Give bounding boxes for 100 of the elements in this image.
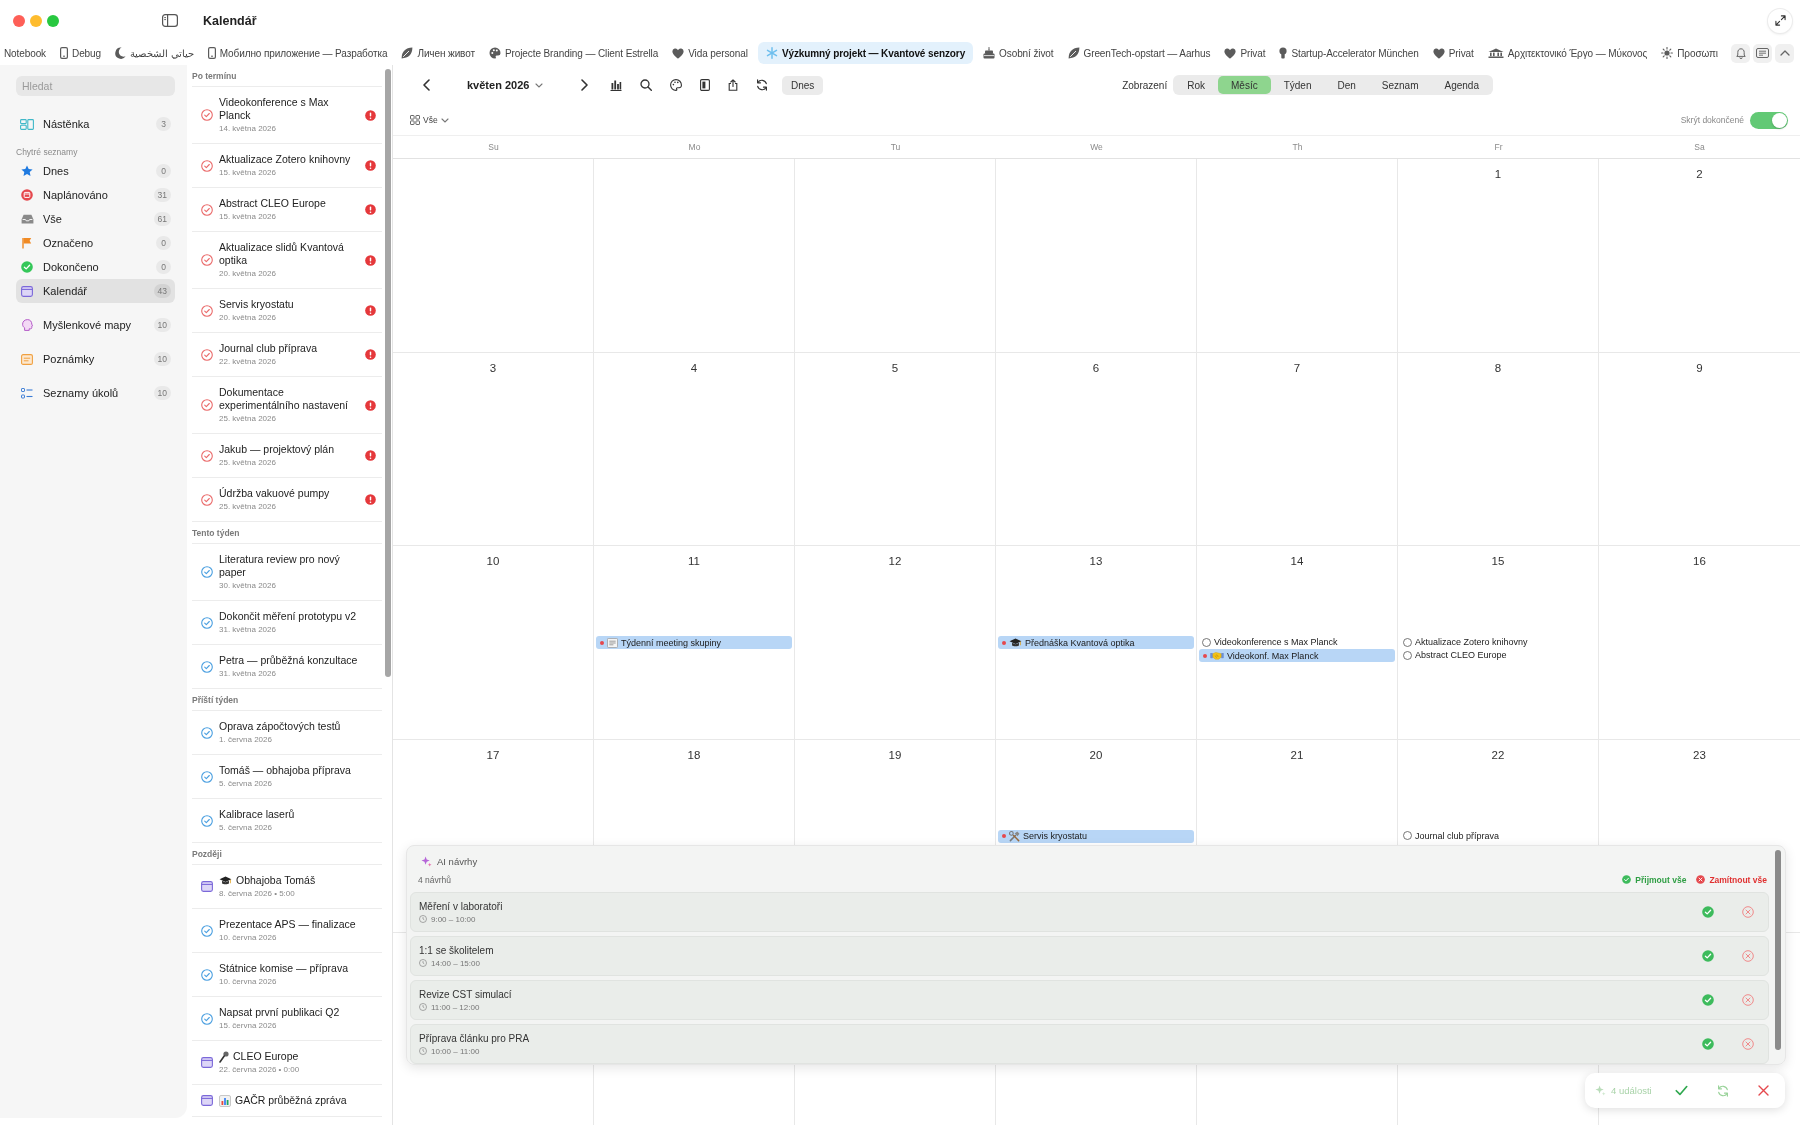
circle-checkbox-icon[interactable]	[1403, 831, 1412, 840]
scrollbar-thumb[interactable]	[1775, 850, 1781, 1050]
sidebar-item[interactable]: Dnes 0	[16, 159, 175, 183]
check-circle-icon[interactable]	[201, 968, 213, 981]
sidebar-icon[interactable]	[162, 14, 178, 27]
sidebar-item[interactable]: Seznamy úkolů 10	[16, 381, 175, 405]
calendar-event[interactable]: Videokonf. Max Planck	[1199, 649, 1395, 662]
notebook-icon[interactable]	[700, 79, 710, 91]
x-circle-icon[interactable]	[1742, 994, 1754, 1006]
check-circle-icon[interactable]	[201, 493, 213, 506]
tab[interactable]: Privat	[1220, 42, 1270, 64]
share-icon[interactable]	[728, 79, 738, 91]
tab[interactable]: حياتي الشخصية	[111, 42, 198, 64]
sidebar-item[interactable]: Nástěnka 3	[16, 112, 175, 136]
check-circle-icon[interactable]	[1702, 994, 1714, 1006]
circle-checkbox-icon[interactable]	[1202, 637, 1211, 647]
check-circle-icon[interactable]	[201, 109, 213, 121]
sidebar-item[interactable]: Vše 61	[16, 207, 175, 231]
check-circle-icon[interactable]	[201, 770, 213, 783]
check-circle-icon[interactable]	[201, 1012, 213, 1025]
x-circle-icon[interactable]	[1742, 906, 1754, 918]
circle-checkbox-icon[interactable]	[1403, 650, 1412, 660]
filter-dropdown[interactable]: Vše	[410, 115, 449, 125]
check-circle-icon[interactable]	[201, 449, 213, 462]
tab[interactable]: Výzkumný projekt — Kvantové senzory	[757, 42, 974, 64]
palette-icon[interactable]	[670, 79, 682, 91]
check-circle-icon[interactable]	[201, 159, 213, 172]
tab[interactable]: Osobní život	[979, 42, 1058, 64]
check-circle-icon[interactable]	[201, 254, 213, 266]
check-circle-icon[interactable]	[201, 348, 213, 361]
tab[interactable]: Личен живот	[397, 42, 479, 64]
check-circle-icon[interactable]	[1702, 950, 1714, 962]
calendar-task[interactable]: Videokonference s Max Planck	[1199, 636, 1341, 648]
tab[interactable]: Προσωπι	[1657, 42, 1722, 64]
close-icon[interactable]	[1758, 1085, 1769, 1096]
check-icon[interactable]	[1675, 1085, 1688, 1096]
panel-button[interactable]	[1753, 43, 1772, 63]
day-cell[interactable]	[795, 159, 996, 353]
tab[interactable]: Vida personal	[668, 42, 752, 64]
view-tab[interactable]: Agenda	[1431, 76, 1492, 94]
calendar-event[interactable]: Servis kryostatu	[998, 829, 1194, 843]
tab[interactable]: Αρχιτεκτονικό Έργο — Μύκονος	[1483, 42, 1652, 64]
refresh-icon[interactable]	[756, 79, 768, 91]
sidebar-item[interactable]: Označeno 0	[16, 231, 175, 255]
view-tab[interactable]: Seznam	[1368, 76, 1432, 94]
tab[interactable]: Notebook	[0, 42, 50, 64]
check-circle-icon[interactable]	[201, 203, 213, 216]
check-circle-icon[interactable]	[1702, 906, 1714, 918]
bar-chart-icon[interactable]	[610, 79, 622, 91]
check-circle-icon[interactable]	[201, 399, 213, 411]
calendar-task[interactable]: Aktualizace Zotero knihovny	[1400, 636, 1531, 648]
month-picker[interactable]: květen 2026	[467, 79, 567, 91]
chevron-right-icon[interactable]	[581, 79, 588, 91]
view-tab[interactable]: Den	[1324, 76, 1369, 94]
sidebar-item[interactable]: Kalendář 43	[16, 279, 175, 303]
day-cell[interactable]	[393, 159, 594, 353]
x-circle-icon[interactable]	[1742, 950, 1754, 962]
check-circle-icon[interactable]	[201, 566, 213, 578]
search-field[interactable]: Hledat	[16, 76, 175, 96]
sidebar-item[interactable]: Dokončeno 0	[16, 255, 175, 279]
day-cell[interactable]	[996, 159, 1197, 353]
sidebar-item[interactable]: Naplánováno 31	[16, 183, 175, 207]
sidebar-item[interactable]: Poznámky 10	[16, 347, 175, 371]
view-tab[interactable]: Rok	[1174, 76, 1218, 94]
notifications-button[interactable]	[1731, 43, 1750, 63]
check-circle-icon[interactable]	[201, 726, 213, 739]
tab[interactable]: Projecte Branding — Client Estrella	[484, 42, 663, 64]
collapse-button[interactable]	[1775, 43, 1794, 63]
maximize-icon[interactable]	[47, 14, 59, 27]
day-cell[interactable]	[594, 159, 795, 353]
view-tab[interactable]: Měsíc	[1218, 76, 1271, 94]
check-circle-icon[interactable]	[1702, 1038, 1714, 1050]
minimize-icon[interactable]	[30, 14, 42, 27]
search-icon[interactable]	[640, 79, 652, 91]
today-button[interactable]: Dnes	[782, 75, 824, 95]
toggle-switch[interactable]	[1750, 111, 1788, 129]
tab[interactable]: Privat	[1428, 42, 1478, 64]
check-circle-icon[interactable]	[201, 924, 213, 937]
calendar-event[interactable]: Týdenní meeting skupiny	[596, 636, 792, 649]
fullscreen-button[interactable]	[1768, 8, 1792, 33]
calendar-task[interactable]: Journal club příprava	[1400, 829, 1503, 842]
calendar-task[interactable]: Abstract CLEO Europe	[1400, 649, 1510, 661]
chevron-left-icon[interactable]	[423, 79, 430, 91]
tab[interactable]: Debug	[56, 42, 105, 64]
circle-checkbox-icon[interactable]	[1403, 637, 1412, 647]
check-circle-icon[interactable]	[201, 304, 213, 317]
tab[interactable]: GreenTech-opstart — Aarhus	[1063, 42, 1215, 64]
check-circle-icon[interactable]	[201, 660, 213, 673]
sidebar-item[interactable]: Myšlenkové mapy 10	[16, 313, 175, 337]
view-tab[interactable]: Týden	[1270, 76, 1325, 94]
tab[interactable]: Startup-Accelerator München	[1275, 42, 1423, 64]
check-circle-icon[interactable]	[201, 814, 213, 827]
close-icon[interactable]	[13, 14, 25, 27]
calendar-event[interactable]: Přednáška Kvantová optika	[998, 636, 1194, 649]
check-circle-icon[interactable]	[201, 616, 213, 629]
x-circle-icon[interactable]	[1742, 1038, 1754, 1050]
tab[interactable]: Мобилно приложение — Разработка	[203, 42, 392, 64]
day-cell[interactable]	[1197, 159, 1398, 353]
reject-all-button[interactable]: Zamítnout vše	[1696, 874, 1767, 885]
scrollbar-thumb[interactable]	[385, 69, 391, 677]
